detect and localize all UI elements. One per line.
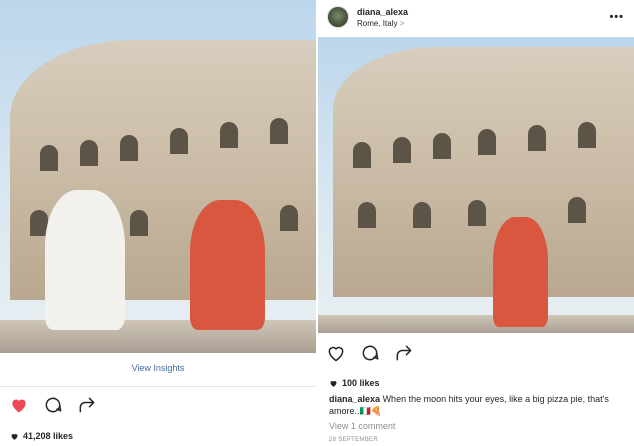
username[interactable]: diana_alexa xyxy=(357,7,408,17)
woman-figure xyxy=(190,200,265,330)
comment-icon[interactable] xyxy=(43,395,63,415)
man-figure xyxy=(45,190,125,330)
post-actions xyxy=(326,343,414,363)
location-label: Rome, Italy xyxy=(357,19,398,28)
post-caption: diana_alexa When the moon hits your eyes… xyxy=(329,393,625,417)
more-icon[interactable]: ••• xyxy=(609,11,624,23)
left-post: View Insights 41,208 likes xyxy=(0,0,316,446)
avatar[interactable] xyxy=(327,6,349,28)
post-date: 28 SEPTEMBER xyxy=(329,437,378,443)
likes-label: 100 likes xyxy=(342,378,380,388)
view-comments-link[interactable]: View 1 comment xyxy=(329,421,395,431)
likes-label: 41,208 likes xyxy=(23,431,74,441)
comparison-screenshot: View Insights 41,208 likes diana_alexa R… xyxy=(0,0,634,446)
heart-icon xyxy=(330,380,337,387)
post-photo-colosseum-solo[interactable] xyxy=(318,37,634,333)
heart-icon xyxy=(11,433,18,440)
location-link[interactable]: Rome, Italy > xyxy=(357,19,404,28)
view-insights-link[interactable]: View Insights xyxy=(0,363,316,373)
heart-icon[interactable] xyxy=(326,343,346,363)
share-icon[interactable] xyxy=(77,395,97,415)
right-post: diana_alexa Rome, Italy > ••• 100 likes … xyxy=(318,0,634,446)
chevron-right-icon: > xyxy=(399,19,405,28)
post-header: diana_alexa Rome, Italy > ••• xyxy=(318,0,634,37)
post-actions xyxy=(9,395,97,415)
divider xyxy=(0,386,316,387)
colosseum-wall xyxy=(333,47,634,297)
likes-count[interactable]: 100 likes xyxy=(329,378,380,388)
heart-icon[interactable] xyxy=(9,395,29,415)
comment-icon[interactable] xyxy=(360,343,380,363)
woman-figure xyxy=(493,217,548,327)
post-photo-colosseum-couple[interactable] xyxy=(0,0,316,353)
caption-username[interactable]: diana_alexa xyxy=(329,394,380,404)
likes-count[interactable]: 41,208 likes xyxy=(10,431,73,441)
share-icon[interactable] xyxy=(394,343,414,363)
stone-ledge xyxy=(318,315,634,333)
